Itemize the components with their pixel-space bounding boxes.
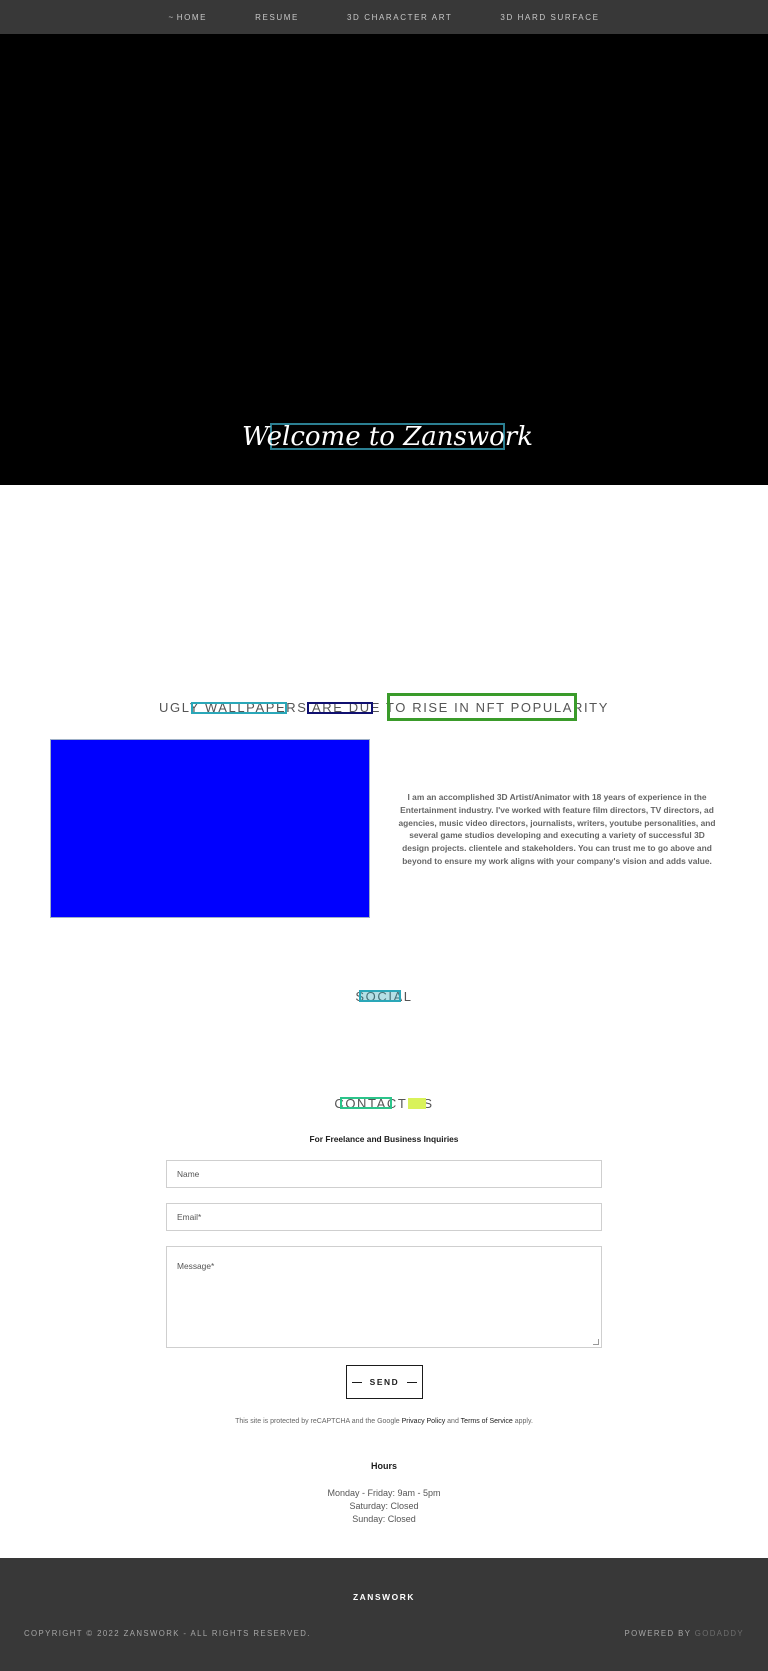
hours-line: Monday - Friday: 9am - 5pm (327, 1488, 441, 1498)
annotation-box (408, 1098, 426, 1109)
contact-subtitle: For Freelance and Business Inquiries (309, 1134, 459, 1144)
footer-brand: ZANSWORK (352, 1592, 416, 1602)
recaptcha-notice: This site is protected by reCAPTCHA and … (0, 1418, 768, 1425)
name-placeholder: Name (177, 1169, 200, 1179)
recaptcha-suffix: apply. (514, 1418, 533, 1425)
nav-item-label: RESUME (255, 12, 299, 22)
hours-line: Sunday: Closed (352, 1514, 416, 1524)
nav-item-label: 3D HARD SURFACE (500, 12, 600, 22)
footer-powered-by: POWERED BY GODADDY (624, 1629, 744, 1638)
nav-item-3d-hard-surface[interactable]: 3D HARD SURFACE (492, 9, 607, 26)
dash-icon (407, 1381, 418, 1383)
annotation-box (359, 990, 401, 1002)
dash-icon (351, 1381, 362, 1383)
resize-handle-icon[interactable] (593, 1339, 599, 1345)
annotation-box (307, 702, 373, 714)
send-label: SEND (369, 1377, 400, 1387)
godaddy-link[interactable]: GODADDY (695, 1629, 744, 1638)
annotation-box (191, 702, 287, 714)
about-image (50, 739, 370, 918)
footer: ZANSWORK COPYRIGHT © 2022 ZANSWORK - ALL… (0, 1558, 768, 1671)
name-field[interactable]: Name (166, 1160, 602, 1188)
annotation-box (340, 1097, 392, 1109)
nav-item-label: HOME (176, 12, 208, 22)
message-field[interactable]: Message* (166, 1246, 602, 1348)
privacy-policy-link[interactable]: Privacy Policy (402, 1418, 446, 1425)
hero-title-box: Welcome to Zanswork (242, 423, 533, 450)
recaptcha-prefix: This site is protected by reCAPTCHA and … (235, 1418, 400, 1425)
message-placeholder: Message* (177, 1261, 215, 1271)
hours-title: Hours (370, 1461, 397, 1471)
nav-item-3d-character-art[interactable]: 3D CHARACTER ART (339, 9, 460, 26)
email-field[interactable]: Email* (166, 1203, 602, 1231)
nav-item-resume[interactable]: RESUME (247, 9, 307, 26)
hours-line: Saturday: Closed (349, 1501, 419, 1511)
about-text: I am an accomplished 3D Artist/Animator … (398, 792, 716, 866)
powered-by-label: POWERED BY (624, 1629, 692, 1638)
about-heading: UGLY WALLPAPERS ARE DUE TO RISE IN NFT P… (159, 700, 609, 715)
hero-section (0, 34, 768, 485)
nav-active-marker: ~ (168, 12, 175, 22)
recaptcha-and: and (447, 1418, 459, 1425)
nav-item-label: 3D CHARACTER ART (346, 12, 453, 22)
nav-item-home[interactable]: ~ HOME (160, 9, 215, 26)
terms-of-service-link[interactable]: Terms of Service (461, 1418, 513, 1425)
hero-title: Welcome to Zanswork (242, 421, 533, 452)
email-placeholder: Email* (177, 1212, 202, 1222)
top-nav: ~ HOME RESUME 3D CHARACTER ART 3D HARD SU… (0, 0, 768, 34)
annotation-box (387, 693, 577, 721)
send-button[interactable]: SEND (346, 1365, 423, 1399)
footer-copyright: COPYRIGHT © 2022 ZANSWORK - ALL RIGHTS R… (24, 1629, 311, 1638)
